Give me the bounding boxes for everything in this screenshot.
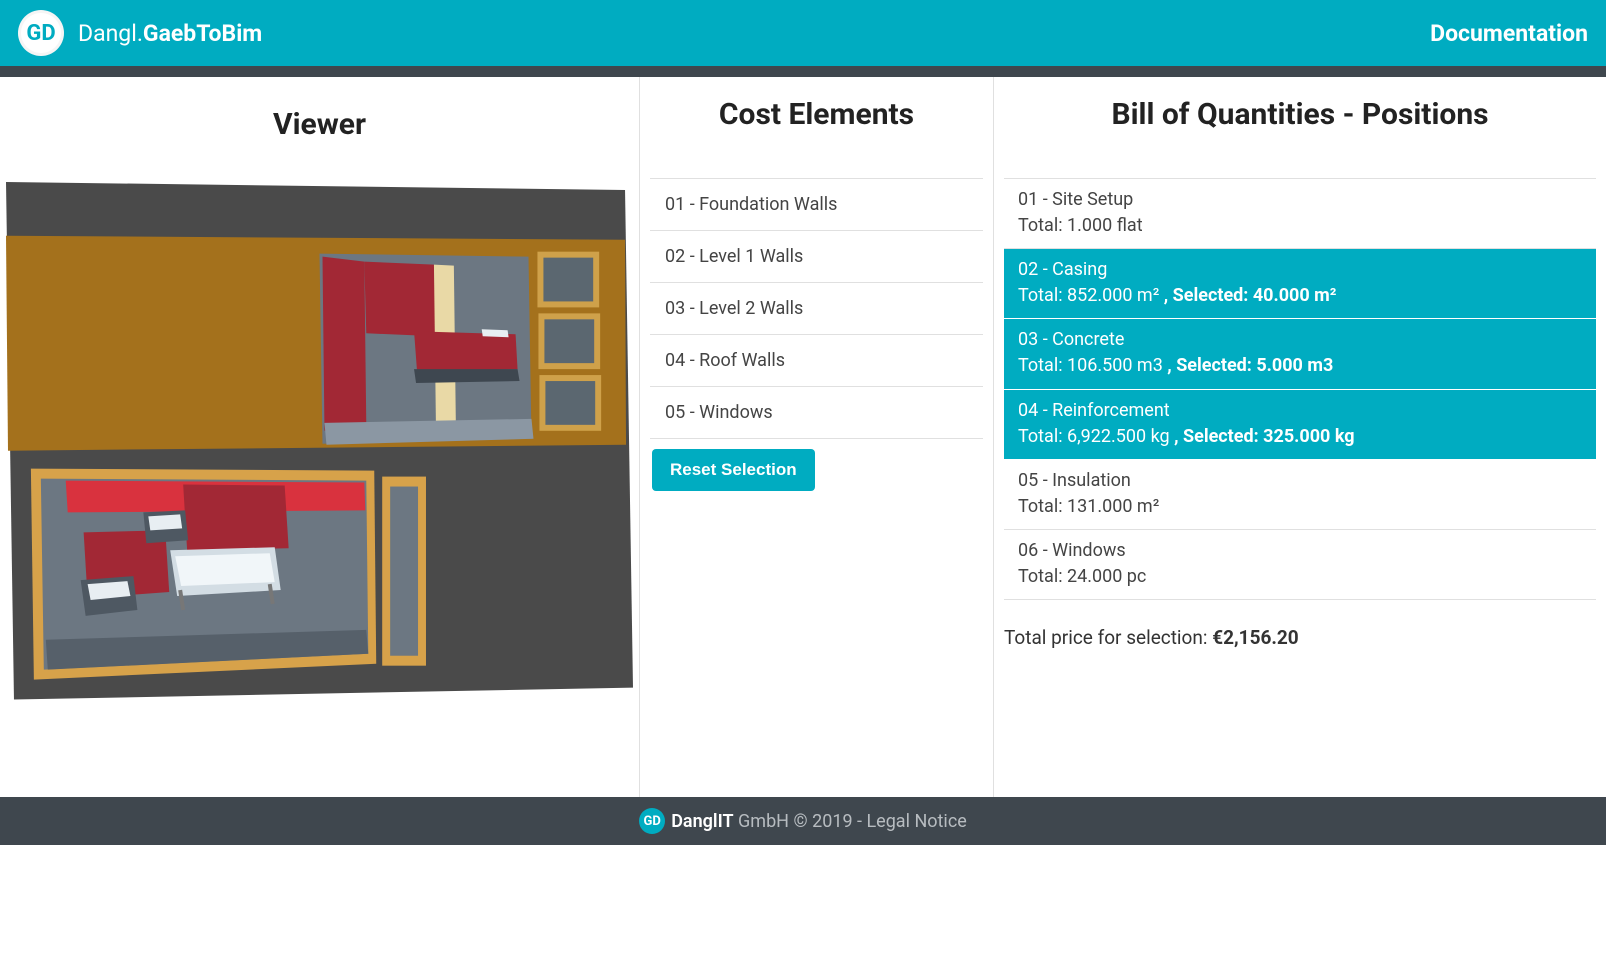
boq-item-total: Total: 24.000 pc — [1018, 564, 1582, 590]
selection-total-prefix: Total price for selection: — [1004, 626, 1212, 649]
boq-item-label: 01 - Site Setup — [1018, 187, 1582, 213]
boq-item[interactable]: 01 - Site Setup Total: 1.000 flat — [1004, 178, 1596, 249]
boq-column: Bill of Quantities - Positions 01 - Site… — [994, 77, 1606, 797]
app-header: GD Dangl.GaebToBim Documentation — [0, 0, 1606, 66]
brand-prefix: Dangl. — [78, 20, 143, 47]
viewer-canvas[interactable] — [0, 182, 639, 700]
boq-item[interactable]: 03 - Concrete Total: 106.500 m3 , Select… — [1004, 319, 1596, 389]
viewer-column: Viewer — [0, 77, 640, 797]
boq-item-label: 04 - Reinforcement — [1018, 398, 1582, 424]
boq-item-total-line: Total: 106.500 m3 , Selected: 5.000 m3 — [1018, 353, 1582, 379]
reset-selection-button[interactable]: Reset Selection — [652, 449, 815, 491]
footer-brand: DanglIT — [671, 811, 733, 832]
boq-item-selected: , Selected: 5.000 m3 — [1167, 355, 1333, 376]
cost-elements-column: Cost Elements 01 - Foundation Walls 02 -… — [640, 77, 994, 797]
boq-item-label: 02 - Casing — [1018, 257, 1582, 283]
boq-title: Bill of Quantities - Positions — [1004, 77, 1596, 172]
cost-elements-title: Cost Elements — [650, 77, 983, 172]
boq-item-label: 06 - Windows — [1018, 538, 1582, 564]
viewer-title: Viewer — [0, 87, 639, 182]
cost-element-item[interactable]: 01 - Foundation Walls — [650, 178, 983, 231]
boq-item[interactable]: 05 - Insulation Total: 131.000 m² — [1004, 460, 1596, 530]
footer-legal[interactable]: GmbH © 2019 - Legal Notice — [734, 811, 967, 832]
cost-element-item[interactable]: 03 - Level 2 Walls — [650, 283, 983, 335]
cost-element-item[interactable]: 04 - Roof Walls — [650, 335, 983, 387]
selection-total-amount: €2,156.20 — [1212, 626, 1299, 649]
brand-suffix: GaebToBim — [143, 20, 262, 47]
logo-badge: GD — [18, 10, 64, 56]
building-3d-icon — [6, 182, 633, 700]
app-footer: GD DanglIT GmbH © 2019 - Legal Notice — [0, 797, 1606, 845]
boq-item-total: Total: 1.000 flat — [1018, 213, 1582, 239]
boq-item-selected: , Selected: 40.000 m² — [1164, 285, 1337, 306]
boq-item-label: 05 - Insulation — [1018, 468, 1582, 494]
cost-elements-list: 01 - Foundation Walls 02 - Level 1 Walls… — [650, 172, 983, 439]
boq-item-total-line: Total: 852.000 m² , Selected: 40.000 m² — [1018, 283, 1582, 309]
documentation-link[interactable]: Documentation — [1430, 20, 1588, 47]
boq-item-selected: , Selected: 325.000 kg — [1174, 426, 1354, 447]
boq-list: 01 - Site Setup Total: 1.000 flat 02 - C… — [1004, 172, 1596, 600]
brand-title: Dangl.GaebToBim — [78, 20, 262, 47]
boq-item[interactable]: 06 - Windows Total: 24.000 pc — [1004, 530, 1596, 600]
boq-item-total-line: Total: 6,922.500 kg , Selected: 325.000 … — [1018, 424, 1582, 450]
selection-total: Total price for selection: €2,156.20 — [1004, 610, 1596, 649]
boq-item-total: Total: 131.000 m² — [1018, 494, 1582, 520]
main-content: Viewer — [0, 77, 1606, 797]
boq-item[interactable]: 04 - Reinforcement Total: 6,922.500 kg ,… — [1004, 390, 1596, 460]
boq-item-label: 03 - Concrete — [1018, 327, 1582, 353]
header-divider — [0, 66, 1606, 77]
boq-item-total: Total: 6,922.500 kg — [1018, 426, 1174, 447]
cost-element-item[interactable]: 05 - Windows — [650, 387, 983, 439]
cost-element-item[interactable]: 02 - Level 1 Walls — [650, 231, 983, 283]
boq-item[interactable]: 02 - Casing Total: 852.000 m² , Selected… — [1004, 249, 1596, 319]
footer-logo-badge: GD — [639, 808, 665, 834]
boq-item-total: Total: 106.500 m3 — [1018, 355, 1167, 376]
boq-item-total: Total: 852.000 m² — [1018, 285, 1164, 306]
